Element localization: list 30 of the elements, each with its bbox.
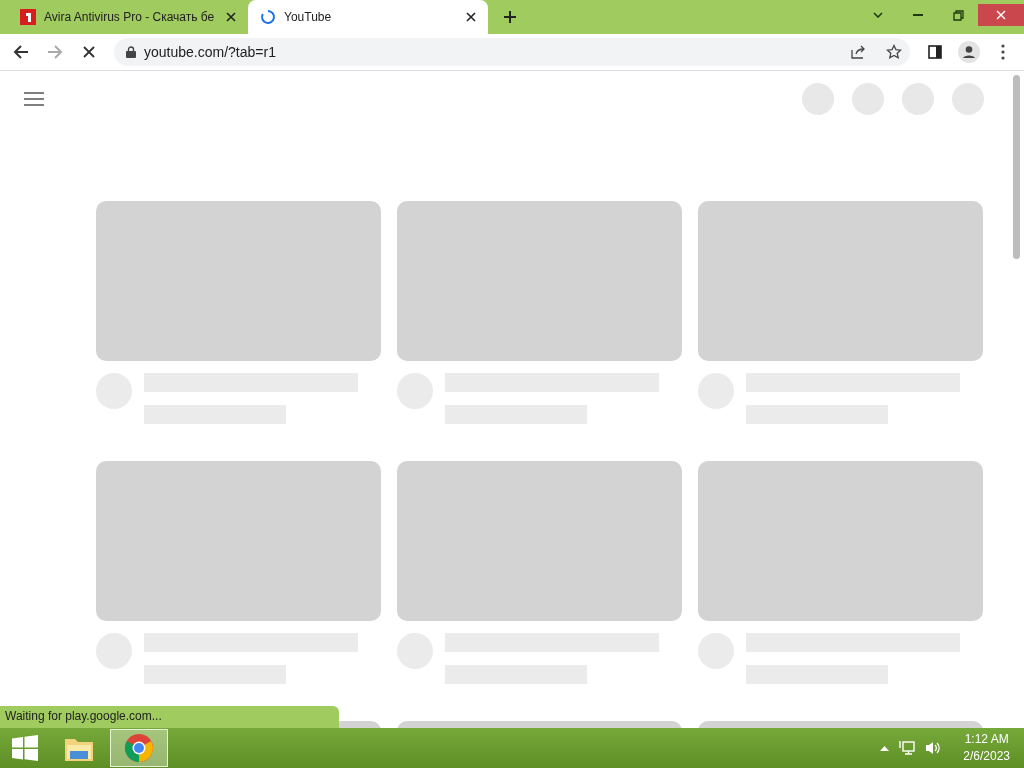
share-icon[interactable]: [850, 44, 866, 60]
stop-icon[interactable]: [83, 46, 95, 58]
lock-icon: [126, 46, 136, 58]
close-icon[interactable]: [224, 12, 238, 22]
back-icon[interactable]: [13, 44, 29, 60]
profile-icon[interactable]: [958, 41, 980, 63]
clock-time: 1:12 AM: [964, 731, 1009, 748]
star-icon[interactable]: [886, 44, 902, 60]
show-hidden-icons-icon[interactable]: [880, 745, 890, 751]
menu-icon[interactable]: [24, 92, 44, 106]
address-bar[interactable]: youtube.com/?tab=r1: [114, 38, 910, 66]
network-icon[interactable]: [899, 740, 916, 756]
taskbar-app[interactable]: [110, 729, 168, 767]
plus-icon[interactable]: [503, 10, 517, 24]
browser-tab[interactable]: YouTube: [248, 0, 488, 34]
scrollbar-thumb[interactable]: [1013, 75, 1020, 259]
browser-tab[interactable]: Avira Antivirus Pro - Скачать бе: [8, 0, 248, 34]
start-icon[interactable]: [12, 735, 38, 761]
app-logo-icon: [20, 9, 36, 25]
status-bubble: Waiting for play.google.com...: [0, 706, 339, 728]
browser-logo-icon: [124, 733, 154, 763]
chevron-down-icon[interactable]: [873, 12, 883, 18]
speaker-icon[interactable]: [925, 740, 942, 756]
close-icon: [996, 10, 1006, 20]
close-icon[interactable]: [464, 12, 478, 22]
side-panel-icon[interactable]: [928, 45, 942, 59]
more-menu-icon[interactable]: [1001, 44, 1005, 60]
restore-icon[interactable]: [952, 9, 964, 21]
clock-date: 2/6/2023: [963, 748, 1010, 765]
loading-spinner-icon: [260, 9, 276, 25]
